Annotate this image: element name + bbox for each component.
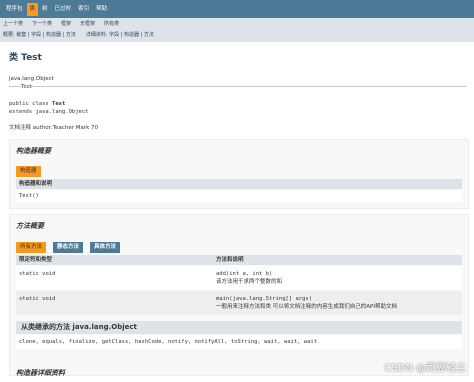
nav-tree[interactable]: 树 xyxy=(39,3,51,16)
inherited-methods-list[interactable]: clone, equals, finalize, getClass, hashC… xyxy=(19,338,317,346)
nav-index[interactable]: 索引 xyxy=(75,3,92,16)
table-row: Test() xyxy=(16,190,462,202)
detail-links[interactable]: 详细资料: 字段 | 构造器 | 方法 xyxy=(86,31,154,38)
tab-concrete-methods[interactable]: 具体方法 xyxy=(90,242,121,253)
next-class-link[interactable]: 下一个类 xyxy=(32,20,52,27)
inherited-methods-row: clone, equals, finalize, getClass, hashC… xyxy=(16,335,462,349)
page-title: 类 Test xyxy=(9,53,42,63)
constructor-column-header: 构造器和说明 xyxy=(16,179,462,189)
inherited-methods-title: 从类继承的方法 java.lang.Object xyxy=(16,321,462,334)
summary-links[interactable]: 概要: 嵌套 | 字段 | 构造器 | 方法 xyxy=(3,31,76,38)
decl-extends: extends java.lang.Object xyxy=(9,109,89,115)
frames-link[interactable]: 框架 xyxy=(61,20,71,27)
constructor-link[interactable]: Test() xyxy=(19,192,39,200)
watermark: CSDN @雨翼轻尘 xyxy=(384,363,466,374)
top-navbar: 程序包 类 树 已过时 索引 帮助 xyxy=(0,0,474,18)
divider xyxy=(9,86,467,87)
decl-class-name: Test xyxy=(52,101,66,107)
table-row: static void add(int a, int b) 该方法用于求两个整数… xyxy=(16,266,462,290)
constructor-summary-heading: 构造器概要 xyxy=(16,147,51,155)
nav-package[interactable]: 程序包 xyxy=(3,3,26,16)
sub-navbar: 上一个类 下一个类 框架 无框架 所有类 概要: 嵌套 | 字段 | 构造器 |… xyxy=(0,18,474,42)
inheritance-root: java.lang.Object xyxy=(9,76,54,82)
tab-static-methods[interactable]: 静态方法 xyxy=(53,242,84,253)
doc-comment: 文档注释 author:Teacher Mark 70 xyxy=(9,125,99,131)
method-description: 该方法用于求两个整数的和 xyxy=(216,279,283,285)
prev-class-link[interactable]: 上一个类 xyxy=(3,20,23,27)
column-modifier: 限定符和类型 xyxy=(19,257,53,263)
column-method: 方法和说明 xyxy=(216,257,244,263)
nav-class[interactable]: 类 xyxy=(26,2,39,16)
tab-all-methods[interactable]: 所有方法 xyxy=(16,242,47,253)
inheritance-child: Test xyxy=(21,84,32,90)
method-modifier: static void xyxy=(19,296,56,302)
method-summary: 方法概要 所有方法 静态方法 具体方法 限定符和类型 方法和说明 static … xyxy=(9,214,469,377)
method-signature-add[interactable]: add(int a, int b) xyxy=(216,270,272,278)
tab-constructors[interactable]: 构造器 xyxy=(16,166,41,177)
all-classes-link[interactable]: 所有类 xyxy=(104,20,119,27)
class-declaration: public class Test extends java.lang.Obje… xyxy=(9,100,88,116)
method-description: 一般用来注释方法和类 可以将文档注释的内容生成我们自己的API帮助文档 xyxy=(216,304,397,310)
method-signature-main[interactable]: main(java.lang.String[] args) xyxy=(216,295,312,303)
nav-deprecated[interactable]: 已过时 xyxy=(52,3,75,16)
decl-prefix: public class xyxy=(9,101,53,107)
method-summary-heading: 方法概要 xyxy=(16,222,44,230)
constructor-detail-heading: 构造器详细资料 xyxy=(16,369,65,377)
no-frames-link[interactable]: 无框架 xyxy=(80,20,95,27)
table-row: static void main(java.lang.String[] args… xyxy=(16,291,462,315)
nav-help[interactable]: 帮助 xyxy=(93,3,110,16)
constructor-summary: 构造器概要 构造器 构造器和说明 Test() xyxy=(9,139,469,209)
method-table-header: 限定符和类型 方法和说明 xyxy=(16,255,462,265)
inheritance-tree: java.lang.Object Test xyxy=(9,75,474,91)
method-modifier: static void xyxy=(19,271,56,277)
